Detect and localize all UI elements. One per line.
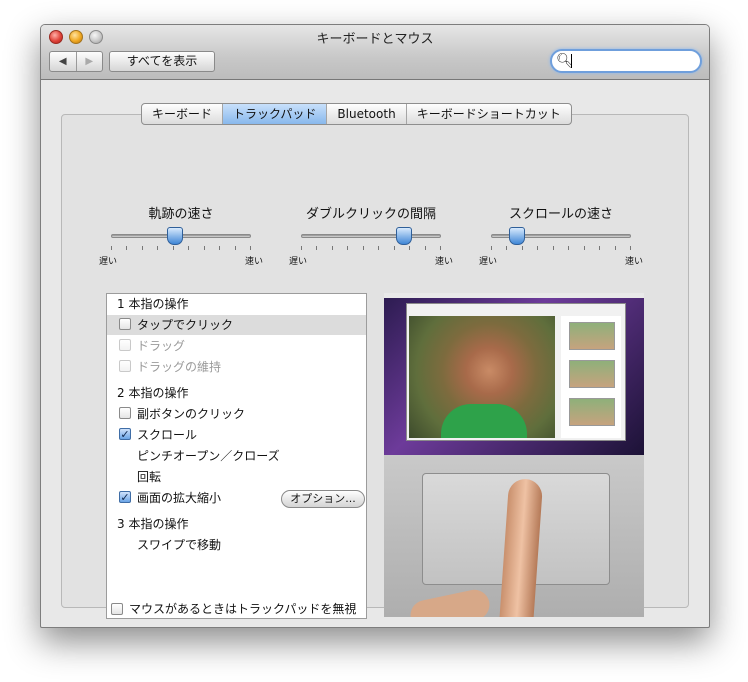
preview-sidebar xyxy=(561,316,621,438)
slider-knob[interactable] xyxy=(509,227,525,245)
swipe-label: スワイプで移動 xyxy=(137,538,222,552)
back-forward-control: ◀ ▶ xyxy=(49,51,103,72)
tracking-speed-slider[interactable]: 軌跡の速さ 遅い 速い xyxy=(99,203,263,267)
slider-ticks xyxy=(301,246,441,250)
drag-label: ドラッグ xyxy=(137,339,186,353)
pinch-label: ピンチオープン／クローズ xyxy=(137,449,280,463)
zoom-checkbox[interactable]: ✓ xyxy=(119,491,131,503)
list-item-drag-lock: ドラッグの維持 xyxy=(107,357,366,377)
slider-max-label: 速い xyxy=(244,257,263,267)
slider-min-label: 遅い xyxy=(289,257,308,267)
drag-lock-label: ドラッグの維持 xyxy=(137,360,222,374)
slider-max-label: 速い xyxy=(434,257,453,267)
back-arrow-icon[interactable]: ◀ xyxy=(50,52,77,71)
two-finger-header: 2 本指の操作 xyxy=(117,386,189,400)
tap-to-click-checkbox[interactable] xyxy=(119,318,131,330)
preview-trackpad xyxy=(384,455,644,617)
list-item-swipe[interactable]: スワイプで移動 xyxy=(107,535,366,555)
preview-app-window xyxy=(406,303,626,441)
zoom-label: 画面の拡大縮小 xyxy=(137,491,222,505)
slider-min-label: 遅い xyxy=(479,257,498,267)
preferences-window: キーボードとマウス ◀ ▶ すべてを表示 🔍︎ 軌跡の速さ 遅い 速い ダブルク… xyxy=(40,24,710,628)
tab-bar: キーボード トラックパッド Bluetooth キーボードショートカット xyxy=(141,103,572,125)
list-item-secondary-click[interactable]: 副ボタンのクリック xyxy=(107,404,366,424)
slider-knob[interactable] xyxy=(167,227,183,245)
zoom-options-button[interactable]: オプション... xyxy=(281,490,365,508)
show-all-button[interactable]: すべてを表示 xyxy=(109,51,215,72)
tab-bluetooth[interactable]: Bluetooth xyxy=(327,104,407,124)
slider-track[interactable] xyxy=(301,234,441,238)
list-item-drag: ドラッグ xyxy=(107,336,366,356)
gesture-preview-image xyxy=(384,293,644,617)
tracking-speed-label: 軌跡の速さ xyxy=(148,207,214,222)
window-title: キーボードとマウス xyxy=(316,32,434,47)
list-item-pinch[interactable]: ピンチオープン／クローズ xyxy=(107,446,366,466)
ignore-trackpad-checkbox[interactable] xyxy=(111,603,123,615)
slider-ticks xyxy=(111,246,251,250)
tab-trackpad[interactable]: トラックパッド xyxy=(223,104,328,124)
one-finger-header: 1 本指の操作 xyxy=(117,297,189,311)
secondary-click-checkbox[interactable] xyxy=(119,407,131,419)
drag-checkbox xyxy=(119,339,131,351)
tab-keyboard[interactable]: キーボード xyxy=(142,104,224,124)
secondary-click-label: 副ボタンのクリック xyxy=(137,407,246,421)
scroll-speed-slider[interactable]: スクロールの速さ 遅い 速い xyxy=(479,203,643,267)
preview-screen xyxy=(384,293,644,455)
search-field[interactable]: 🔍︎ xyxy=(550,49,702,73)
slider-knob[interactable] xyxy=(396,227,412,245)
list-item-tap-to-click[interactable]: タップでクリック xyxy=(107,315,366,335)
scroll-label: スクロール xyxy=(137,428,198,442)
list-item-zoom[interactable]: ✓ 画面の拡大縮小 オプション... xyxy=(107,488,366,508)
three-finger-header: 3 本指の操作 xyxy=(117,517,189,531)
preview-menubar xyxy=(384,293,644,298)
checkmark-icon: ✓ xyxy=(120,428,130,441)
double-click-speed-label: ダブルクリックの間隔 xyxy=(305,207,436,222)
content-area: 軌跡の速さ 遅い 速い ダブルクリックの間隔 遅い 速い スクロールの速さ 遅い… xyxy=(41,80,709,627)
gesture-list: 1 本指の操作 タップでクリック ドラッグ ドラッグの維持 2 本指の操作 副ボ… xyxy=(106,293,367,619)
search-input[interactable] xyxy=(571,54,572,68)
slider-min-label: 遅い xyxy=(99,257,118,267)
title-bar: キーボードとマウス ◀ ▶ すべてを表示 🔍︎ xyxy=(41,25,709,80)
slider-max-label: 速い xyxy=(624,257,643,267)
tap-to-click-label: タップでクリック xyxy=(137,318,234,332)
list-item-rotate[interactable]: 回転 xyxy=(107,467,366,487)
preview-hand xyxy=(407,587,493,617)
tab-keyboard-shortcuts[interactable]: キーボードショートカット xyxy=(407,104,571,124)
checkmark-icon: ✓ xyxy=(120,491,130,504)
rotate-label: 回転 xyxy=(137,470,162,484)
drag-lock-checkbox xyxy=(119,360,131,372)
list-item-scroll[interactable]: ✓ スクロール xyxy=(107,425,366,445)
scroll-speed-label: スクロールの速さ xyxy=(508,207,613,222)
double-click-speed-slider[interactable]: ダブルクリックの間隔 遅い 速い xyxy=(289,203,453,267)
ignore-trackpad-label: マウスがあるときはトラックパッドを無視 xyxy=(129,602,357,616)
preview-photo xyxy=(409,316,555,438)
scroll-checkbox[interactable]: ✓ xyxy=(119,428,131,440)
slider-ticks xyxy=(491,246,631,250)
forward-arrow-icon[interactable]: ▶ xyxy=(77,52,103,71)
